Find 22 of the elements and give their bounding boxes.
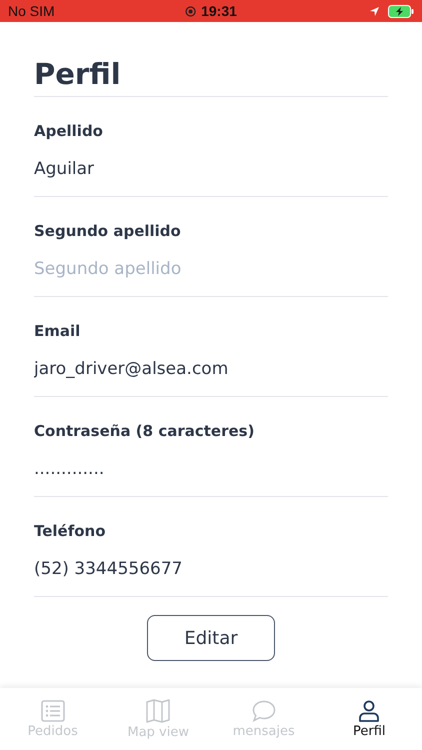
chat-bubble-icon	[252, 700, 276, 722]
map-icon	[146, 698, 170, 722]
carrier-label: No SIM	[8, 3, 55, 19]
input-field[interactable]: Aguilar	[34, 156, 388, 182]
field-label: Segundo apellido	[34, 222, 182, 240]
input-field[interactable]: (52) 3344556677	[34, 556, 388, 582]
field-label: Apellido	[34, 122, 104, 140]
clock: 19:31	[201, 3, 237, 19]
field-label: Email	[34, 322, 82, 340]
location-icon	[369, 6, 380, 16]
input-field[interactable]: jaro_driver@alsea.com	[34, 356, 388, 382]
edit-button[interactable]: Editar	[147, 615, 275, 661]
input-field[interactable]: Segundo apellido	[34, 256, 388, 282]
input-field[interactable]: .............	[34, 456, 388, 482]
field-label: Contraseña (8 caracteres)	[34, 422, 256, 440]
page-title: Perfil	[34, 56, 388, 97]
tab[interactable]: Perfil	[316, 688, 422, 750]
list-icon	[40, 700, 65, 722]
field-label: Teléfono	[34, 522, 107, 540]
recording-icon	[185, 6, 196, 16]
battery-icon	[388, 4, 414, 18]
person-icon	[358, 700, 380, 722]
